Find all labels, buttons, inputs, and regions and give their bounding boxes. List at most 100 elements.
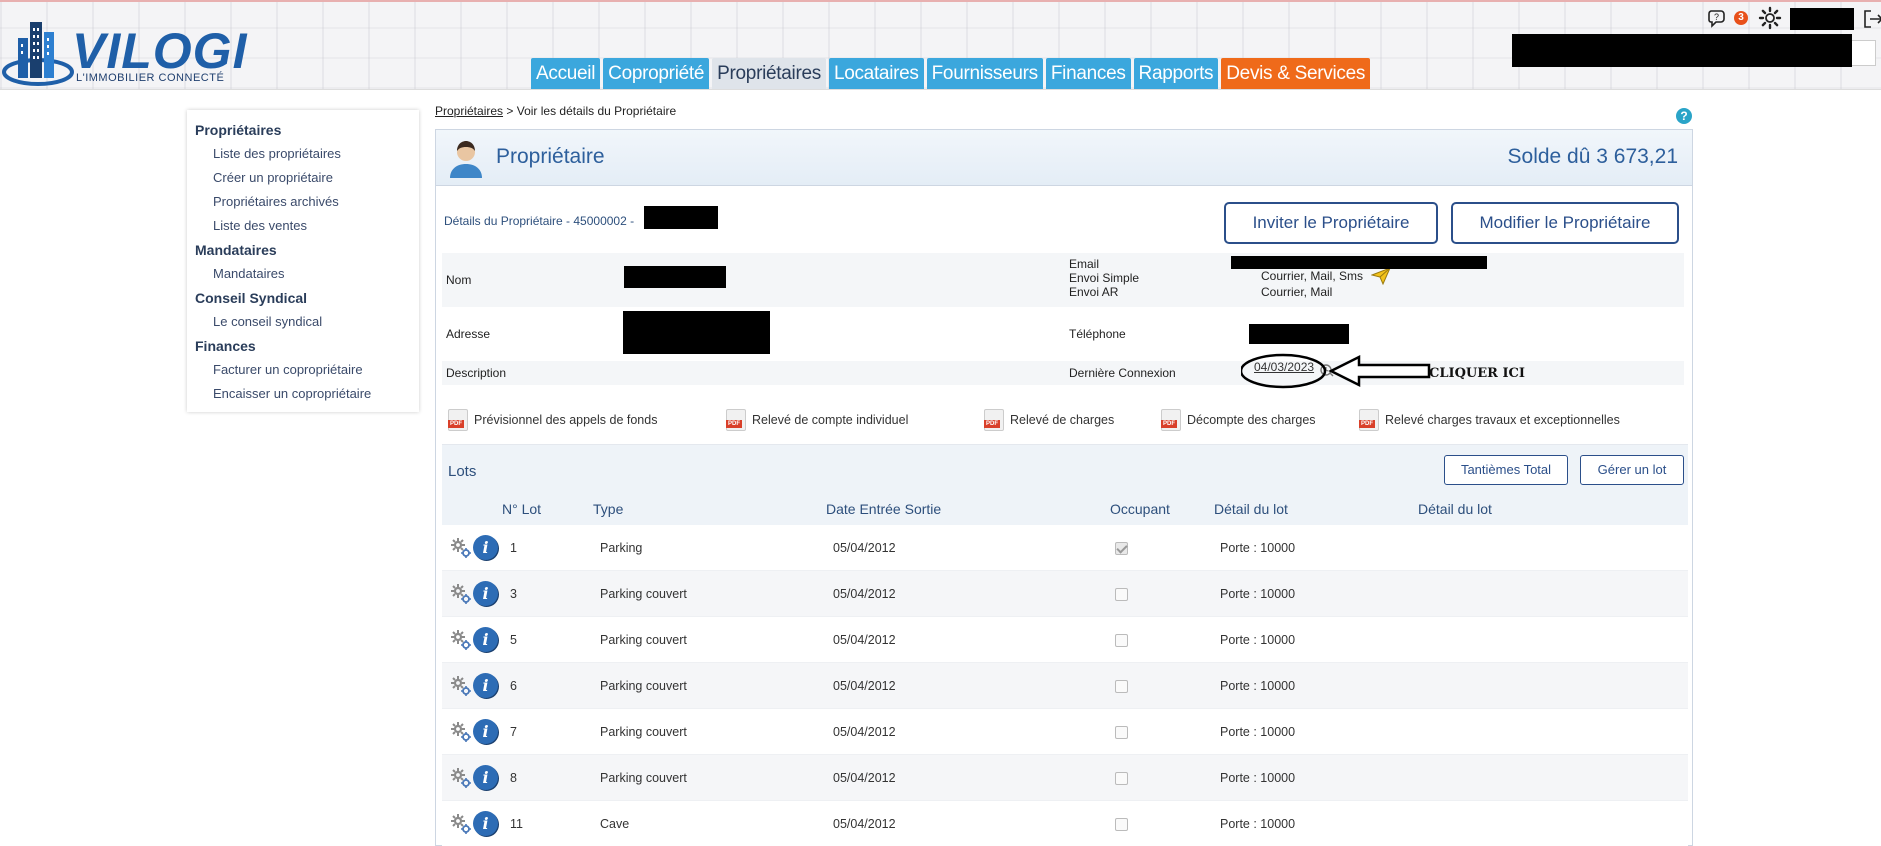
occupant-checkbox[interactable]: [1115, 772, 1128, 785]
gear-settings-icon[interactable]: [450, 537, 472, 559]
sidebar-item[interactable]: Facturer un copropriétaire: [187, 358, 419, 382]
sidebar-item[interactable]: Liste des propriétaires: [187, 142, 419, 166]
pdf-icon: PDF: [1359, 409, 1379, 431]
table-row: i 11 Cave 05/04/2012 Porte : 10000: [442, 801, 1688, 846]
table-row: i 8 Parking couvert 05/04/2012 Porte : 10000: [442, 755, 1688, 801]
sidebar: Propriétaires Liste des propriétaires Crée…: [187, 110, 419, 412]
pdf-documents: PDF Prévisionnel des appels de fonds PDF Re…: [448, 409, 1688, 433]
sidebar-section-title: Propriétaires: [195, 122, 282, 138]
table-row: i 6 Parking couvert 05/04/2012 Porte : 10000: [442, 663, 1688, 709]
gear-settings-icon[interactable]: [450, 583, 472, 605]
occupant-checkbox[interactable]: [1115, 588, 1128, 601]
invite-owner-button[interactable]: Inviter le Propriétaire: [1224, 202, 1438, 244]
occupant-checkbox[interactable]: [1115, 726, 1128, 739]
breadcrumb-separator: >: [506, 104, 514, 118]
sidebar-item[interactable]: Encaisser un copropriétaire: [187, 382, 419, 406]
lot-number: 6: [510, 679, 517, 693]
pdf-link[interactable]: PDF Relevé de charges: [984, 409, 1114, 431]
lot-date: 05/04/2012: [833, 587, 896, 601]
info-icon[interactable]: i: [473, 673, 498, 698]
sidebar-section-title: Finances: [195, 338, 256, 354]
gear-settings-icon[interactable]: [450, 675, 472, 697]
lot-detail: Porte : 10000: [1220, 633, 1296, 647]
info-icon[interactable]: i: [473, 811, 498, 836]
nav-tab-devis-services[interactable]: Devis & Services: [1221, 58, 1371, 89]
search-redacted: [1512, 34, 1852, 67]
pdf-link[interactable]: PDF Prévisionnel des appels de fonds: [448, 409, 657, 431]
table-row: i 5 Parking couvert 05/04/2012 Porte : 10000: [442, 617, 1688, 663]
main-navigation: Accueil Copropriété Propriétaires Locataire…: [531, 58, 1371, 89]
tantiemes-total-button[interactable]: Tantièmes Total: [1444, 455, 1568, 485]
nav-tab-accueil[interactable]: Accueil: [531, 58, 601, 89]
info-icon[interactable]: i: [473, 581, 498, 606]
lot-number: 5: [510, 633, 517, 647]
sidebar-item[interactable]: Mandataires: [187, 262, 419, 286]
nav-tab-rapports[interactable]: Rapports: [1133, 58, 1219, 89]
gear-settings-icon[interactable]: [450, 767, 472, 789]
sidebar-item[interactable]: Liste des ventes: [187, 214, 419, 238]
pdf-link[interactable]: PDF Relevé charges travaux et exceptionne…: [1359, 409, 1620, 431]
vilogi-logo[interactable]: VILOGI L'IMMOBILIER CONNECTÉ: [2, 10, 262, 89]
lot-type: Parking: [600, 541, 643, 555]
table-row: i 7 Parking couvert 05/04/2012 Porte : 10000: [442, 709, 1688, 755]
lots-header: Lots Tantièmes Total Gérer un lot N° Lot…: [442, 445, 1688, 525]
notification-badge[interactable]: 3: [1734, 11, 1748, 25]
help-icon[interactable]: ?: [1676, 108, 1692, 124]
col-header-date: Date Entrée Sortie: [826, 501, 942, 517]
pdf-link-label[interactable]: Relevé de charges: [1010, 413, 1114, 427]
chat-help-icon[interactable]: ?: [1708, 7, 1730, 29]
breadcrumb-current: Voir les détails du Propriétaire: [516, 104, 677, 118]
info-icon[interactable]: i: [473, 535, 498, 560]
lot-detail: Porte : 10000: [1220, 771, 1296, 785]
logout-icon[interactable]: [1862, 8, 1881, 30]
lots-title: Lots: [448, 463, 477, 480]
envoi-ar-label: Envoi AR: [1069, 285, 1119, 299]
envoi-simple-label: Envoi Simple: [1069, 271, 1140, 285]
pdf-link-label[interactable]: Relevé de compte individuel: [752, 413, 908, 427]
occupant-checkbox[interactable]: [1115, 680, 1128, 693]
panel-title: Propriétaire: [496, 145, 605, 168]
nav-tab-locataires[interactable]: Locataires: [828, 58, 924, 89]
pdf-link[interactable]: PDF Relevé de compte individuel: [726, 409, 908, 431]
lot-date: 05/04/2012: [833, 771, 896, 785]
send-icon[interactable]: [1371, 267, 1391, 285]
gear-icon[interactable]: [1758, 6, 1782, 30]
lot-type: Cave: [600, 817, 630, 831]
sidebar-item[interactable]: Le conseil syndical: [187, 310, 419, 334]
pdf-link-label[interactable]: Décompte des charges: [1187, 413, 1316, 427]
pdf-link[interactable]: PDF Décompte des charges: [1161, 409, 1316, 431]
pdf-link-label[interactable]: Prévisionnel des appels de fonds: [474, 413, 657, 427]
occupant-checkbox[interactable]: [1115, 634, 1128, 647]
pdf-icon-tag: PDF: [1359, 420, 1375, 428]
breadcrumb-link-proprietaires[interactable]: Propriétaires: [435, 104, 503, 118]
nav-tab-fournisseurs[interactable]: Fournisseurs: [926, 58, 1043, 89]
email-redacted: [1231, 256, 1487, 269]
lots-section: Lots Tantièmes Total Gérer un lot N° Lot…: [442, 444, 1688, 846]
gear-settings-icon[interactable]: [450, 721, 472, 743]
nav-tab-proprietaires[interactable]: Propriétaires: [712, 58, 826, 89]
nav-tab-finances[interactable]: Finances: [1045, 58, 1131, 89]
lot-detail: Porte : 10000: [1220, 587, 1296, 601]
info-icon[interactable]: i: [473, 627, 498, 652]
sidebar-item[interactable]: Créer un propriétaire: [187, 166, 419, 190]
adresse-label: Adresse: [446, 327, 491, 341]
sidebar-item[interactable]: Propriétaires archivés: [187, 190, 419, 214]
breadcrumb: Propriétaires > Voir les détails du Prop…: [435, 104, 676, 118]
info-icon[interactable]: i: [473, 719, 498, 744]
modify-owner-button[interactable]: Modifier le Propriétaire: [1451, 202, 1679, 244]
logo-tagline: L'IMMOBILIER CONNECTÉ: [76, 72, 225, 84]
owner-panel: Propriétaire Solde dû 3 673,21 Détails d…: [435, 129, 1693, 846]
lot-type: Parking couvert: [600, 771, 687, 785]
sidebar-section-title: Mandataires: [195, 242, 277, 258]
info-icon[interactable]: i: [473, 765, 498, 790]
gear-settings-icon[interactable]: [450, 813, 472, 835]
pdf-icon: PDF: [726, 409, 746, 431]
gear-settings-icon[interactable]: [450, 629, 472, 651]
occupant-checkbox[interactable]: [1115, 818, 1128, 831]
gerer-lot-button[interactable]: Gérer un lot: [1580, 455, 1684, 485]
pdf-link-label[interactable]: Relevé charges travaux et exceptionnelle…: [1385, 413, 1620, 427]
occupant-checkbox[interactable]: [1115, 542, 1128, 555]
nav-tab-copropriete[interactable]: Copropriété: [603, 58, 710, 89]
user-avatar-icon: [450, 141, 482, 178]
lot-number: 8: [510, 771, 517, 785]
